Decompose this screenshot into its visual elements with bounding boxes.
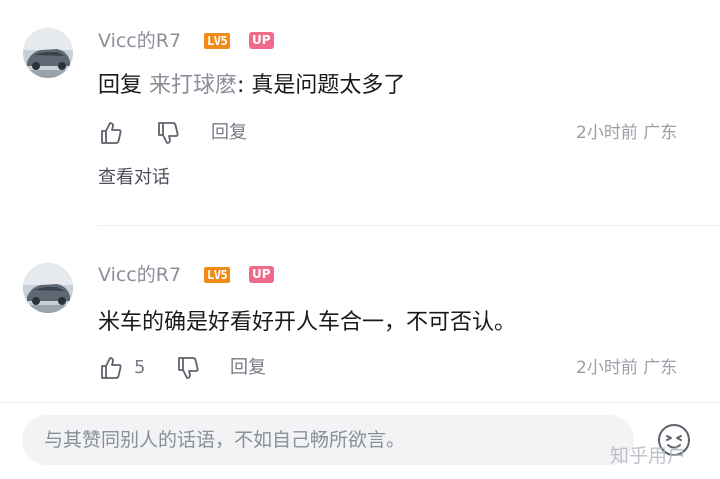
divider bbox=[98, 225, 720, 226]
watermark: 知乎用户 bbox=[610, 445, 687, 467]
thumbs-up-icon[interactable] bbox=[98, 120, 124, 146]
avatar[interactable] bbox=[23, 28, 73, 78]
reply-button[interactable]: 回复 bbox=[230, 355, 266, 381]
location: 广东 bbox=[643, 123, 678, 143]
thumbs-down-icon[interactable] bbox=[155, 120, 181, 146]
username[interactable]: Vicc的R7 bbox=[98, 263, 181, 287]
thumbs-up-icon[interactable] bbox=[98, 355, 124, 381]
view-conversation-link[interactable]: 查看对话 bbox=[98, 165, 170, 191]
comment-input[interactable]: 与其赞同别人的话语，不如自己畅所欲言。 bbox=[22, 415, 634, 465]
thumbs-down-icon[interactable] bbox=[175, 355, 201, 381]
up-badge: UP bbox=[249, 266, 274, 283]
comment-meta: 2小时前 广东 bbox=[576, 355, 677, 381]
avatar[interactable] bbox=[23, 263, 73, 313]
timestamp: 2小时前 bbox=[576, 358, 638, 378]
timestamp: 2小时前 bbox=[576, 123, 638, 143]
comment-text: 米车的确是好看好开人车合一，不可否认。 bbox=[98, 310, 517, 335]
username[interactable]: Vicc的R7 bbox=[98, 29, 181, 53]
input-bar-divider bbox=[0, 402, 720, 403]
level-badge: LV5 bbox=[204, 267, 231, 283]
location: 广东 bbox=[643, 358, 678, 378]
comment-body: : 真是问题太多了 bbox=[237, 73, 406, 98]
reply-target-user[interactable]: 来打球麽 bbox=[149, 73, 237, 98]
comment-input-placeholder: 与其赞同别人的话语，不如自己畅所欲言。 bbox=[44, 429, 406, 451]
like-count: 5 bbox=[134, 357, 146, 378]
reply-prefix: 回复 bbox=[98, 73, 143, 98]
comment-text: 回复 来打球麽: 真是问题太多了 bbox=[98, 71, 405, 101]
reply-button[interactable]: 回复 bbox=[211, 120, 247, 146]
level-badge: LV5 bbox=[204, 33, 231, 49]
up-badge: UP bbox=[249, 32, 274, 49]
comment-meta: 2小时前 广东 bbox=[576, 120, 677, 146]
